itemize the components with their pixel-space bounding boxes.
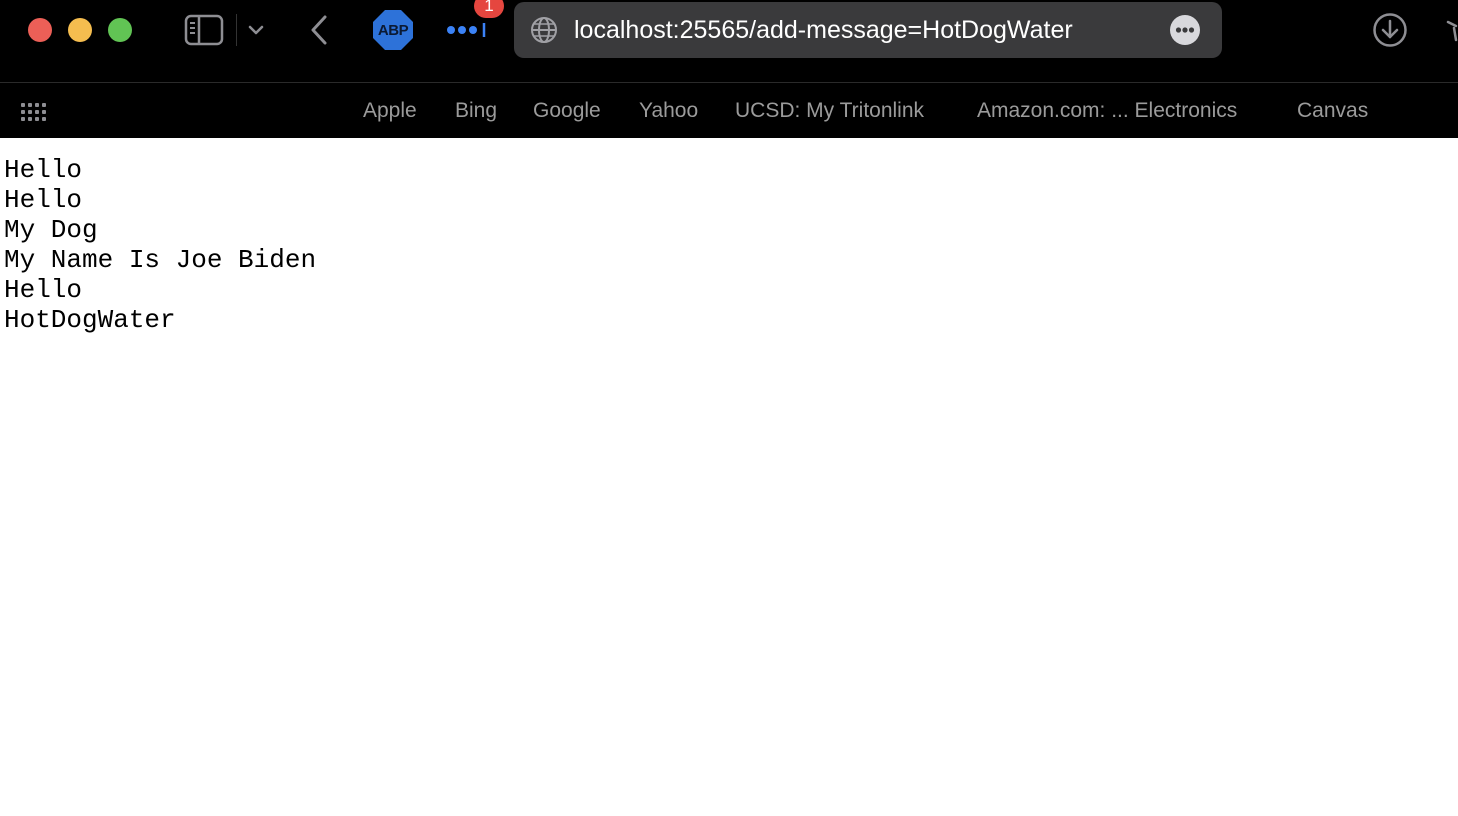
message-line: Hello [4,185,83,215]
message-line: Hello [4,155,83,185]
message-line: Hello [4,275,83,305]
dots-icon[interactable] [444,14,490,46]
ellipsis-circle-icon[interactable] [1168,13,1202,47]
bookmark-bing[interactable]: Bing [455,83,497,139]
message-line: My Dog [4,215,98,245]
chevron-down-icon[interactable] [244,16,268,44]
page-content: Hello Hello My Dog My Name Is Joe Biden … [4,155,316,335]
grid-icon[interactable] [18,97,48,127]
extension-badge: 1 [474,0,504,18]
globe-icon [528,14,560,46]
bookmark-apple[interactable]: Apple [363,83,417,139]
adblock-plus-icon[interactable]: ABP [373,10,413,50]
bookmark-canvas[interactable]: Canvas [1297,83,1368,139]
bookmark-amazon-electronics[interactable]: Amazon.com: ... Electronics [977,83,1237,139]
message-line: HotDogWater [4,305,176,335]
sidebar-icon[interactable] [182,10,226,50]
minimize-window-button[interactable] [68,18,92,42]
browser-toolbar: ABP 1 localhost:25565/add-message=HotDog… [0,0,1458,82]
url-text[interactable]: localhost:25565/add-message=HotDogWater [574,2,1073,58]
bookmark-google[interactable]: Google [533,83,601,139]
share-icon[interactable] [1446,14,1458,46]
bookmarks-bar: Apple Bing Google Yahoo UCSD: My Tritonl… [0,82,1458,138]
close-window-button[interactable] [28,18,52,42]
address-bar[interactable]: localhost:25565/add-message=HotDogWater [514,2,1222,58]
zoom-window-button[interactable] [108,18,132,42]
toolbar-divider [236,14,237,46]
bookmark-ucsd-tritonlink[interactable]: UCSD: My Tritonlink [735,83,924,139]
chevron-left-icon[interactable] [302,10,336,50]
bookmark-yahoo[interactable]: Yahoo [639,83,698,139]
download-icon[interactable] [1370,10,1410,50]
message-line: My Name Is Joe Biden [4,245,317,275]
